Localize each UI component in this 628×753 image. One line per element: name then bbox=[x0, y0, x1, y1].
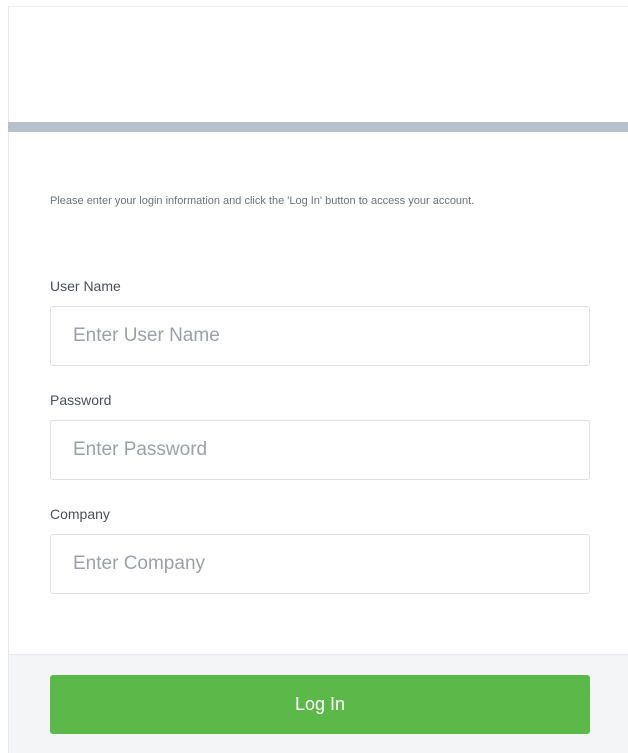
company-input[interactable] bbox=[50, 534, 590, 594]
header-accent-bar bbox=[8, 122, 628, 132]
company-label: Company bbox=[50, 506, 110, 522]
password-input[interactable] bbox=[50, 420, 590, 480]
username-label: User Name bbox=[50, 278, 121, 294]
login-button[interactable]: Log In bbox=[50, 675, 590, 734]
username-input[interactable] bbox=[50, 306, 590, 366]
login-page: Please enter your login information and … bbox=[0, 0, 628, 753]
password-label: Password bbox=[50, 392, 112, 408]
login-instructions: Please enter your login information and … bbox=[50, 195, 475, 207]
header bbox=[8, 6, 628, 122]
